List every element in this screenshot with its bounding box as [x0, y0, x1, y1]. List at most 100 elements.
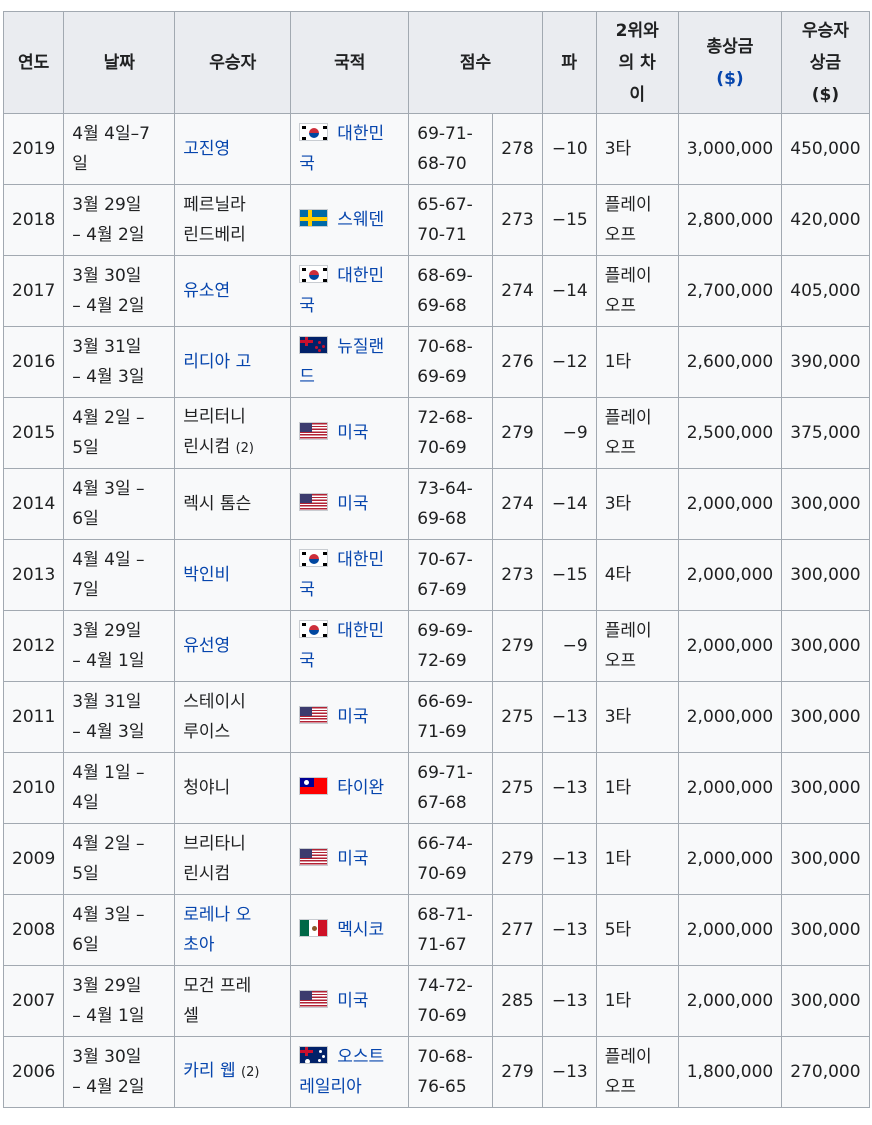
to-par-cell: −13	[541, 681, 597, 753]
nation-link[interactable]: 타이완	[337, 778, 384, 798]
nation-line: 대한민	[337, 621, 385, 641]
table-row: 2010 4월 1일 – 4일 청야니 타이완 69-71- 67-68 275 −13 1타 2,…	[2, 752, 870, 824]
nation-line: 미국	[337, 707, 369, 727]
header-date[interactable]: 날짜	[63, 11, 176, 114]
date-line: 3월 31일	[72, 337, 142, 357]
us-flag-icon	[299, 848, 329, 866]
year-cell: 2014	[2, 468, 65, 540]
margin-cell: 플레이 오프	[595, 184, 679, 256]
winner-name: 모건 프레셀	[183, 976, 251, 1026]
date-line: 5일	[72, 438, 99, 458]
nation-link[interactable]: 미국	[337, 707, 368, 727]
winner-line: 모건 프레	[183, 976, 252, 996]
winner-cell: 리디아 고	[174, 326, 292, 398]
date-cell: 4월 3일 – 6일	[63, 468, 176, 540]
margin-cell: 4타	[595, 539, 679, 611]
nation-line: 미국	[337, 423, 369, 443]
kr-flag-icon	[299, 620, 329, 638]
table-row: 2012 3월 29일 – 4월 1일 유선영 대한민 국 69-69- 72-69 279 −9…	[2, 610, 870, 682]
winner-link[interactable]: 유소연	[183, 281, 230, 301]
table-row: 2009 4월 2일 – 5일 브리타니 린시컴 미국 66-74- 70-69 279 −13 1…	[2, 823, 870, 895]
nz-flag-icon	[299, 336, 329, 354]
total-score-cell: 285	[492, 965, 543, 1037]
year-cell: 2012	[2, 610, 65, 682]
date-line: – 4월 3일	[72, 367, 145, 387]
date-line: 3월 29일	[72, 195, 142, 215]
winner-cell: 유선영	[174, 610, 292, 682]
kr-flag-icon	[299, 123, 329, 141]
winner-line: 스테이시	[183, 692, 246, 712]
date-line: 4일	[72, 793, 99, 813]
total-score-cell: 274	[492, 468, 543, 540]
nation-link[interactable]: 멕시코	[337, 920, 384, 940]
date-line: – 4월 1일	[72, 651, 145, 671]
round-score-line: 76-65	[417, 1077, 467, 1097]
to-par-cell: −14	[541, 255, 597, 327]
table-row: 2008 4월 3일 – 6일 로레나 오 초아 멕시코 68-71- 71-67 277 −13…	[2, 894, 870, 966]
year-cell: 2015	[2, 397, 65, 469]
header-purse[interactable]: 총상금 ($)	[677, 11, 783, 114]
margin-cell: 플레이 오프	[595, 255, 679, 327]
header-share[interactable]: 우승자 상금 ($)	[781, 11, 870, 114]
purse-cell: 2,000,000	[677, 468, 783, 540]
header-par[interactable]: 파	[541, 11, 597, 114]
winner-share-cell: 300,000	[781, 894, 870, 966]
date-line: – 4월 2일	[72, 296, 145, 316]
header-year[interactable]: 연도	[2, 11, 65, 114]
nation-link[interactable]: 스웨덴	[337, 210, 384, 230]
margin-cell: 5타	[595, 894, 679, 966]
nation-link[interactable]: 미국	[337, 494, 368, 514]
winner-share-cell: 300,000	[781, 681, 870, 753]
date-line: 4월 2일 –	[72, 408, 145, 428]
to-par-cell: −9	[541, 610, 597, 682]
purse-cell: 2,000,000	[677, 610, 783, 682]
round-score-line: 67-68	[417, 793, 467, 813]
date-cell: 4월 3일 – 6일	[63, 894, 176, 966]
date-line: 4월 4일 –	[72, 550, 145, 570]
winner-line: 로레나 오	[183, 905, 252, 925]
margin-line: 3타	[604, 707, 632, 727]
round-scores-cell: 69-71- 67-68	[408, 752, 494, 824]
dollar-link[interactable]: ($)	[716, 69, 743, 89]
winner-share-cell: 270,000	[781, 1036, 870, 1108]
header-winner[interactable]: 우승자	[174, 11, 292, 114]
year-cell: 2009	[2, 823, 65, 895]
header-purse-label: 총상금	[706, 36, 754, 57]
winner-cell: 모건 프레셀	[174, 965, 292, 1037]
winner-link[interactable]: 로레나 오 초아	[183, 905, 251, 955]
date-cell: 3월 30일 – 4월 2일	[63, 1036, 176, 1108]
winner-share-cell: 300,000	[781, 610, 870, 682]
to-par-cell: −13	[541, 965, 597, 1037]
round-scores-cell: 70-67- 67-69	[408, 539, 494, 611]
total-score-cell: 273	[492, 539, 543, 611]
winner-cell: 청야니	[174, 752, 292, 824]
winner-link[interactable]: 고진영	[183, 139, 230, 159]
round-score-line: 69-68	[417, 509, 467, 529]
nation-line: 스웨덴	[337, 210, 385, 230]
winner-line: 브리타니	[183, 834, 246, 854]
year-cell: 2016	[2, 326, 65, 398]
winner-link[interactable]: 카리 웹	[183, 1061, 235, 1081]
date-line: 4월 3일 –	[72, 479, 145, 499]
winner-name: 렉시 톰슨	[183, 494, 251, 514]
winner-name: 브리타니 린시컴	[183, 834, 246, 884]
round-score-line: 69-68	[417, 296, 467, 316]
header-nation[interactable]: 국적	[290, 11, 410, 114]
nation-link[interactable]: 미국	[337, 849, 368, 869]
nation-link[interactable]: 미국	[337, 991, 368, 1011]
margin-cell: 플레이 오프	[595, 610, 679, 682]
winner-share-cell: 300,000	[781, 823, 870, 895]
date-line: 4월 2일 –	[72, 834, 145, 854]
winner-link[interactable]: 유선영	[183, 636, 230, 656]
header-row: 연도 날짜 우승자 국적 점수 파 2위와 의 차 이 총상금 ($) 우승자 …	[2, 11, 870, 114]
header-score[interactable]: 점수	[408, 11, 543, 114]
winner-link[interactable]: 리디아 고	[183, 352, 251, 372]
total-score-cell: 279	[492, 1036, 543, 1108]
nation-line: 오스트	[337, 1047, 385, 1067]
date-cell: 4월 4일 – 7일	[63, 539, 176, 611]
nation-link[interactable]: 미국	[337, 423, 368, 443]
header-margin[interactable]: 2위와 의 차 이	[595, 11, 679, 114]
winner-link[interactable]: 박인비	[183, 565, 230, 585]
header-margin-line: 이	[629, 84, 646, 105]
winner-line: 셀	[183, 1006, 199, 1026]
